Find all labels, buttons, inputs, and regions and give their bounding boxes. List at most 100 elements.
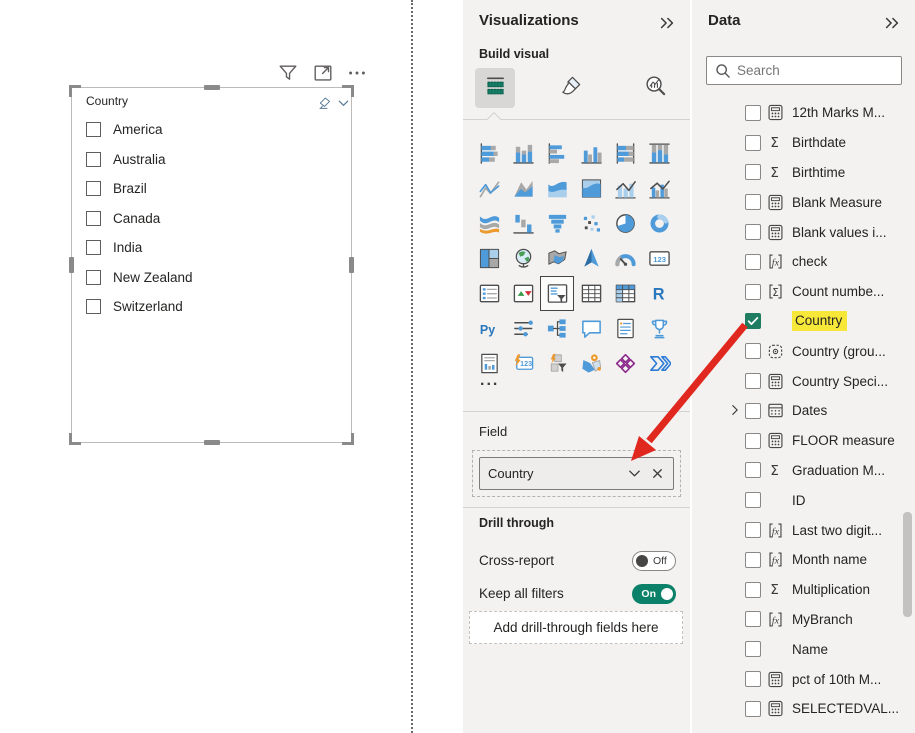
field-checkbox[interactable] bbox=[745, 641, 761, 657]
field-selectedval[interactable]: SELECTEDVAL... bbox=[692, 694, 915, 724]
visual-type-gauge-icon[interactable] bbox=[608, 241, 642, 276]
scrollbar-thumb[interactable] bbox=[903, 512, 912, 617]
visual-type-line-clustered-column-icon[interactable] bbox=[642, 171, 676, 206]
field-checkbox[interactable] bbox=[745, 462, 761, 478]
resize-handle[interactable] bbox=[342, 433, 354, 445]
toggle-on[interactable]: On bbox=[632, 584, 676, 604]
field-count-numbe[interactable]: ΣCount numbe... bbox=[692, 277, 915, 307]
checkbox-icon[interactable] bbox=[86, 152, 101, 167]
visual-type-pie-chart-icon[interactable] bbox=[608, 206, 642, 241]
visual-type-clustered-bar-chart-icon[interactable] bbox=[540, 136, 574, 171]
visual-type-decomposition-tree-icon[interactable] bbox=[540, 311, 574, 346]
tab-format-visual[interactable] bbox=[551, 68, 591, 108]
tab-analytics[interactable] bbox=[635, 68, 675, 108]
field-checkbox[interactable] bbox=[745, 373, 761, 389]
resize-handle[interactable] bbox=[349, 257, 354, 273]
visual-type-qna-icon[interactable] bbox=[574, 311, 608, 346]
field-checkbox[interactable] bbox=[745, 582, 761, 598]
field-checkbox[interactable] bbox=[745, 701, 761, 717]
checkbox-icon[interactable] bbox=[86, 299, 101, 314]
field-blank-values-i[interactable]: Blank values i... bbox=[692, 217, 915, 247]
visual-type-r-script-icon[interactable]: R bbox=[642, 276, 676, 311]
slicer-item-new-zealand[interactable]: New Zealand bbox=[86, 263, 345, 293]
field-country-speci[interactable]: Country Speci... bbox=[692, 366, 915, 396]
field-id[interactable]: ID bbox=[692, 485, 915, 515]
field-checkbox[interactable] bbox=[745, 313, 761, 329]
visual-type-table-icon[interactable] bbox=[574, 276, 608, 311]
visual-type-line-chart-icon[interactable] bbox=[472, 171, 506, 206]
checkbox-icon[interactable] bbox=[86, 122, 101, 137]
eraser-icon[interactable] bbox=[317, 96, 332, 111]
visual-type-key-influencers-icon[interactable] bbox=[506, 311, 540, 346]
visual-type-python-icon[interactable]: Py bbox=[472, 311, 506, 346]
field-checkbox[interactable] bbox=[745, 164, 761, 180]
slicer-visual[interactable]: Country AmericaAustraliaBrazilCanadaIndi… bbox=[71, 87, 352, 443]
drill-through-dropzone[interactable]: Add drill-through fields here bbox=[469, 611, 683, 644]
slicer-item-switzerland[interactable]: Switzerland bbox=[86, 292, 345, 322]
field-pct-of-10th-m[interactable]: pct of 10th M... bbox=[692, 664, 915, 694]
slicer-item-america[interactable]: America bbox=[86, 115, 345, 145]
field-checkbox[interactable] bbox=[745, 254, 761, 270]
field-floor-measure[interactable]: FLOOR measure bbox=[692, 426, 915, 456]
visual-type-treemap-icon[interactable] bbox=[472, 241, 506, 276]
field-mybranch[interactable]: fxMyBranch bbox=[692, 605, 915, 635]
field-checkbox[interactable] bbox=[745, 343, 761, 359]
visual-type-slicer-new-icon[interactable] bbox=[540, 346, 574, 381]
resize-handle[interactable] bbox=[204, 440, 220, 445]
field-checkbox[interactable] bbox=[745, 284, 761, 300]
field-dates[interactable]: Dates bbox=[692, 396, 915, 426]
field-month-name[interactable]: fxMonth name bbox=[692, 545, 915, 575]
visual-type-card-icon[interactable]: 123 bbox=[642, 241, 676, 276]
field-checkbox[interactable] bbox=[745, 492, 761, 508]
field-multiplication[interactable]: ΣMultiplication bbox=[692, 575, 915, 605]
field-country-grou[interactable]: Country (grou... bbox=[692, 336, 915, 366]
slicer-item-australia[interactable]: Australia bbox=[86, 145, 345, 175]
field-12th-marks-m[interactable]: 12th Marks M... bbox=[692, 98, 915, 128]
field-checkbox[interactable] bbox=[745, 403, 761, 419]
visual-type-stacked-bar-chart-icon[interactable] bbox=[472, 136, 506, 171]
visual-type-power-apps-icon[interactable] bbox=[608, 346, 642, 381]
visual-type-donut-chart-icon[interactable] bbox=[642, 206, 676, 241]
resize-handle[interactable] bbox=[204, 85, 220, 90]
visual-type-slicer-icon[interactable] bbox=[540, 276, 574, 311]
search-box[interactable] bbox=[706, 56, 902, 85]
visual-type-waterfall-chart-icon[interactable] bbox=[506, 206, 540, 241]
checkbox-icon[interactable] bbox=[86, 270, 101, 285]
visual-type-clustered-column-chart-icon[interactable] bbox=[574, 136, 608, 171]
visual-type-card-new-icon[interactable]: 123 bbox=[506, 346, 540, 381]
filter-icon[interactable] bbox=[277, 62, 299, 84]
field-checkbox[interactable] bbox=[745, 135, 761, 151]
field-name[interactable]: Name bbox=[692, 634, 915, 664]
checkbox-icon[interactable] bbox=[86, 181, 101, 196]
remove-field-icon[interactable] bbox=[650, 466, 665, 481]
get-more-visuals-button[interactable]: ... bbox=[480, 372, 499, 390]
slicer-item-india[interactable]: India bbox=[86, 233, 345, 263]
visual-type-map-icon[interactable] bbox=[506, 241, 540, 276]
visual-type-power-automate-icon[interactable] bbox=[642, 346, 676, 381]
field-checkbox[interactable] bbox=[745, 105, 761, 121]
checkbox-icon[interactable] bbox=[86, 211, 101, 226]
field-checkbox[interactable] bbox=[745, 194, 761, 210]
visual-type-stacked-column-chart-icon[interactable] bbox=[506, 136, 540, 171]
resize-handle[interactable] bbox=[69, 257, 74, 273]
collapse-pane-icon[interactable] bbox=[658, 14, 676, 32]
tab-build-visual[interactable] bbox=[475, 68, 515, 108]
visual-type-kpi-icon[interactable] bbox=[506, 276, 540, 311]
slicer-item-canada[interactable]: Canada bbox=[86, 204, 345, 234]
field-checkbox[interactable] bbox=[745, 552, 761, 568]
field-checkbox[interactable] bbox=[745, 611, 761, 627]
field-blank-measure[interactable]: Blank Measure bbox=[692, 187, 915, 217]
field-birthtime[interactable]: ΣBirthtime bbox=[692, 158, 915, 188]
toggle-off[interactable]: Off bbox=[632, 551, 676, 571]
visual-type-stacked-bar-100-icon[interactable] bbox=[608, 136, 642, 171]
visual-type-multi-row-card-icon[interactable] bbox=[472, 276, 506, 311]
search-input[interactable] bbox=[737, 63, 877, 78]
visual-type-metrics-icon[interactable] bbox=[642, 311, 676, 346]
field-pill[interactable]: Country bbox=[479, 457, 674, 490]
collapse-pane-icon[interactable] bbox=[883, 14, 901, 32]
field-check[interactable]: fxcheck bbox=[692, 247, 915, 277]
slicer-item-brazil[interactable]: Brazil bbox=[86, 174, 345, 204]
field-checkbox[interactable] bbox=[745, 671, 761, 687]
visual-type-stacked-column-100-icon[interactable] bbox=[642, 136, 676, 171]
resize-handle[interactable] bbox=[342, 85, 354, 97]
